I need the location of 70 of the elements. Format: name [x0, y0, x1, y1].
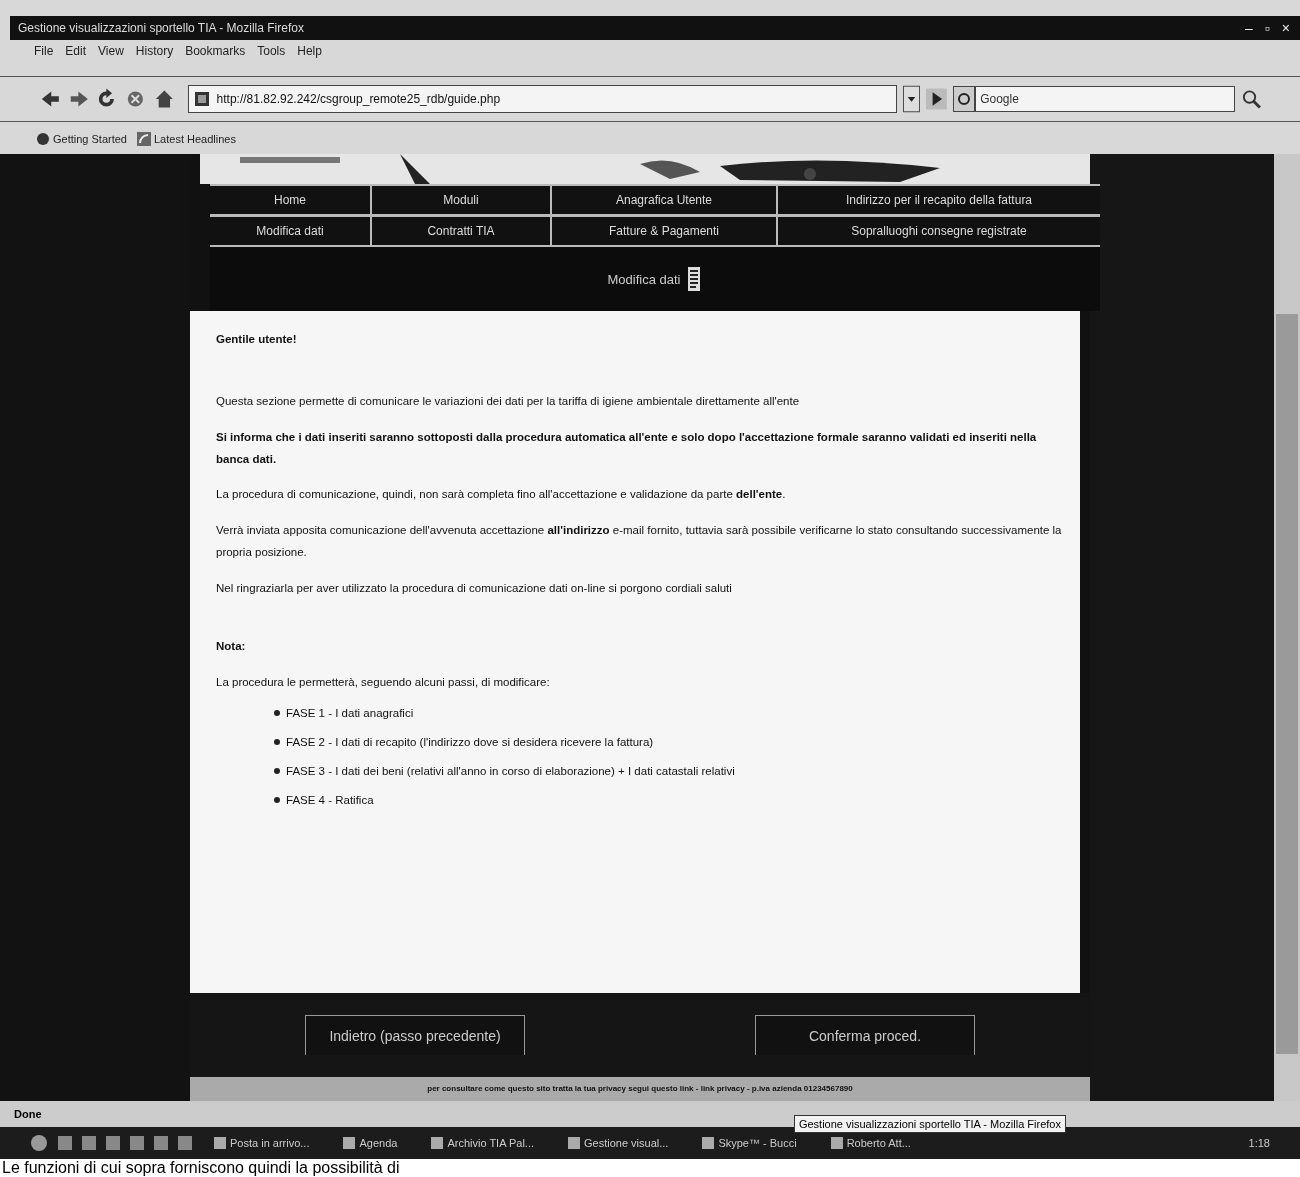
scrollbar[interactable] [1274, 154, 1300, 1101]
nav-link[interactable]: Fatture & Pagamenti [552, 217, 776, 245]
bookmark-link[interactable]: Latest Headlines [137, 132, 236, 146]
nav-link[interactable]: Anagrafica Utente [552, 186, 776, 214]
window-title: Gestione visualizzazioni sportello TIA - Mozilla Firefox [18, 21, 304, 35]
menu-item[interactable]: History [135, 44, 174, 58]
search-field[interactable]: Google [975, 86, 1236, 112]
tooltip: Gestione visualizzazioni sportello TIA - Mozilla Firefox [793, 1115, 1066, 1133]
dropdown-icon[interactable] [903, 85, 921, 113]
nav-link[interactable]: Moduli [372, 186, 550, 214]
paragraph: Verrà inviata apposita comunicazione dell'avvenuta accettazione all'indirizzo e-mail fornito, tuttavia sarà possibile verificarne lo stato consultando successivamente la propria posizione. [216, 523, 1063, 561]
window-icon [568, 1137, 581, 1149]
bullet-icon [274, 710, 280, 717]
taskbar-button[interactable]: Skype™ - Bucci [690, 1137, 809, 1149]
note-text: La procedura le permetterà, seguendo alcuni passi, di modificare: [216, 674, 551, 690]
taskbar-button[interactable]: Gestione visual... [556, 1137, 681, 1149]
nav-button[interactable]: Conferma proced. [755, 1015, 975, 1055]
list-item: FASE 2 - I dati di recapito (l'indirizzo dove si desidera ricevere la fattura) [286, 736, 654, 749]
section-title: Modifica dati [607, 271, 681, 287]
window-control-button[interactable]: – [1243, 20, 1255, 36]
go-icon[interactable] [926, 88, 948, 110]
list-item: FASE 1 - I dati anagrafici [286, 707, 414, 720]
bullet-icon [274, 768, 280, 775]
taskbar-button[interactable]: Posta in arrivo... [202, 1137, 322, 1149]
address-bar[interactable]: http://81.82.92.242/csgroup_remote25_rdb/guide.php [187, 85, 898, 113]
nav-link[interactable]: Indirizzo per il recapito della fattura [778, 186, 1100, 214]
list-item: FASE 4 - Ratifica [286, 794, 374, 807]
taskbar-button[interactable]: Agenda [331, 1137, 410, 1149]
note-label: Nota: [216, 638, 247, 654]
nav-link[interactable]: Home [210, 186, 370, 214]
search-engine-icon[interactable] [953, 86, 976, 112]
taskbar-button[interactable]: Archivio TIA Pal... [419, 1137, 547, 1149]
paragraph: La procedura di comunicazione, quindi, non sarà completa fino all'accettazione e validazione da parte dell'ente. [216, 487, 787, 503]
window-icon [343, 1137, 356, 1149]
menu-item[interactable]: Tools [257, 44, 286, 58]
window-icon [702, 1137, 715, 1149]
bookmark-link[interactable]: Getting Started [36, 132, 127, 146]
nav-link[interactable]: Sopralluoghi consegne registrate [778, 217, 1100, 245]
window-icon [214, 1137, 226, 1149]
nav-button[interactable]: Indietro (passo precedente) [305, 1015, 525, 1055]
address-text: http://81.82.92.242/csgroup_remote25_rdb/guide.php [216, 92, 501, 106]
window-control-button[interactable]: × [1279, 20, 1292, 36]
list-item: FASE 3 - I dati dei beni (relativi all'anno in corso di elaborazione) + I dati catastali relativi [286, 765, 735, 778]
site-icon [194, 92, 209, 106]
status-text: Done [14, 1108, 42, 1120]
bullet-icon [274, 797, 280, 804]
menu-item[interactable]: Edit [65, 44, 87, 58]
start-icon[interactable] [30, 1134, 48, 1152]
edit-icon [686, 266, 703, 292]
footer-text: per consultare come questo sito tratta la tua privacy segui questo link - link privacy - p.iva azienda 01234567890 [190, 1077, 1090, 1101]
taskbar-button[interactable]: Roberto Att... [818, 1137, 923, 1149]
menu-item[interactable]: Bookmarks [185, 44, 246, 58]
paragraph: Questa sezione permette di comunicare le variazioni dei dati per la tariffa di igiene ambientale direttamente all'ente [216, 393, 801, 409]
window-icon [830, 1137, 843, 1149]
menu-item[interactable]: File [34, 44, 54, 58]
bullet-icon [274, 739, 280, 746]
caption-text: Le funzioni di cui sopra forniscono quindi la possibilità di [0, 1159, 1300, 1177]
greeting-text: Gentile utente! [216, 332, 298, 347]
nav-link[interactable]: Contratti TIA [372, 217, 550, 245]
nav-link[interactable]: Modifica dati [210, 217, 370, 245]
paragraph: Si informa che i dati inseriti saranno sottoposti dalla procedura automatica all'ente e solo dopo l'accettazione formale saranno validati ed inseriti nella banca dati. [216, 429, 1038, 467]
feed-icon [137, 132, 151, 146]
window-control-button[interactable]: ▫ [1262, 20, 1272, 36]
paragraph: Nel ringraziarla per aver utilizzato la procedura di comunicazione dati on-line si porgono cordiali saluti [216, 580, 733, 596]
window-icon [431, 1137, 444, 1149]
scrollbar-thumb[interactable] [1276, 314, 1298, 1054]
clock-text: 1:18 [1248, 1137, 1270, 1149]
search-icon[interactable] [1241, 88, 1262, 110]
menu-item[interactable]: Help [297, 44, 322, 58]
menu-item[interactable]: View [98, 44, 124, 58]
